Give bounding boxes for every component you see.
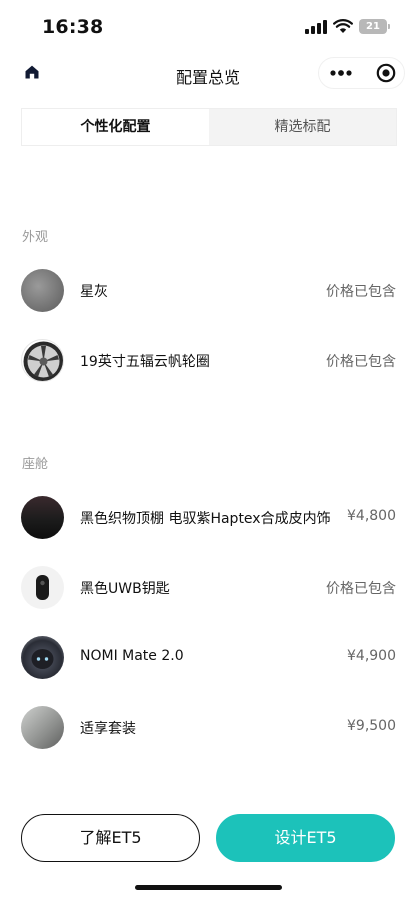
item-price: ¥4,800 bbox=[347, 508, 396, 524]
item-name: NOMI Mate 2.0 bbox=[80, 648, 184, 664]
config-tabs: 个性化配置 精选标配 bbox=[21, 108, 397, 146]
item-name: 适享套装 bbox=[80, 721, 136, 737]
nomi-icon bbox=[31, 649, 54, 669]
item-price: ¥9,500 bbox=[347, 718, 396, 734]
item-price: 价格已包含 bbox=[326, 581, 396, 597]
item-name: 19英寸五辐云帆轮圈 bbox=[80, 354, 210, 370]
status-time: 16:38 bbox=[42, 16, 104, 38]
comfort-package-image bbox=[21, 706, 64, 749]
signal-icon bbox=[305, 20, 327, 34]
wheel-icon bbox=[23, 341, 63, 381]
config-overview-page: 16:38 21 配置总览 个性化配置 精选标配 外观 星灰 价格已包含 19英… bbox=[0, 0, 416, 900]
target-icon[interactable] bbox=[376, 63, 396, 83]
list-item-nomi[interactable]: NOMI Mate 2.0 ¥4,900 bbox=[21, 636, 396, 680]
wifi-icon bbox=[333, 19, 353, 33]
key-image bbox=[21, 566, 64, 609]
section-title-exterior: 外观 bbox=[22, 230, 49, 245]
battery-icon: 21 bbox=[359, 19, 390, 34]
home-indicator bbox=[135, 885, 282, 890]
item-price: ¥4,900 bbox=[347, 648, 396, 664]
item-name: 黑色UWB钥匙 bbox=[80, 581, 170, 597]
interior-image bbox=[21, 496, 64, 539]
item-name: 黑色织物顶棚 电驭紫Haptex合成皮内饰 bbox=[80, 511, 331, 527]
list-item-comfort-package[interactable]: 适享套装 ¥9,500 bbox=[21, 706, 396, 750]
nav-bar: 配置总览 bbox=[0, 54, 416, 94]
section-title-cabin: 座舱 bbox=[22, 457, 49, 472]
tab-standard[interactable]: 精选标配 bbox=[209, 109, 396, 145]
list-item-interior[interactable]: 黑色织物顶棚 电驭紫Haptex合成皮内饰 ¥4,800 bbox=[21, 496, 396, 540]
list-item-exterior-color[interactable]: 星灰 价格已包含 bbox=[21, 269, 396, 313]
battery-level: 21 bbox=[366, 21, 380, 32]
color-swatch-image bbox=[21, 269, 64, 312]
status-bar: 16:38 21 bbox=[0, 0, 416, 54]
key-icon bbox=[36, 575, 49, 600]
nomi-image bbox=[21, 636, 64, 679]
item-name: 星灰 bbox=[80, 284, 108, 300]
tab-personalized[interactable]: 个性化配置 bbox=[22, 109, 209, 145]
item-price: 价格已包含 bbox=[326, 354, 396, 370]
wheel-image bbox=[21, 339, 64, 382]
item-price: 价格已包含 bbox=[326, 284, 396, 300]
list-item-key[interactable]: 黑色UWB钥匙 价格已包含 bbox=[21, 566, 396, 610]
learn-et5-button[interactable]: 了解ET5 bbox=[21, 814, 200, 862]
list-item-wheels[interactable]: 19英寸五辐云帆轮圈 价格已包含 bbox=[21, 339, 396, 383]
design-et5-button[interactable]: 设计ET5 bbox=[216, 814, 395, 862]
more-icon[interactable] bbox=[330, 70, 352, 76]
